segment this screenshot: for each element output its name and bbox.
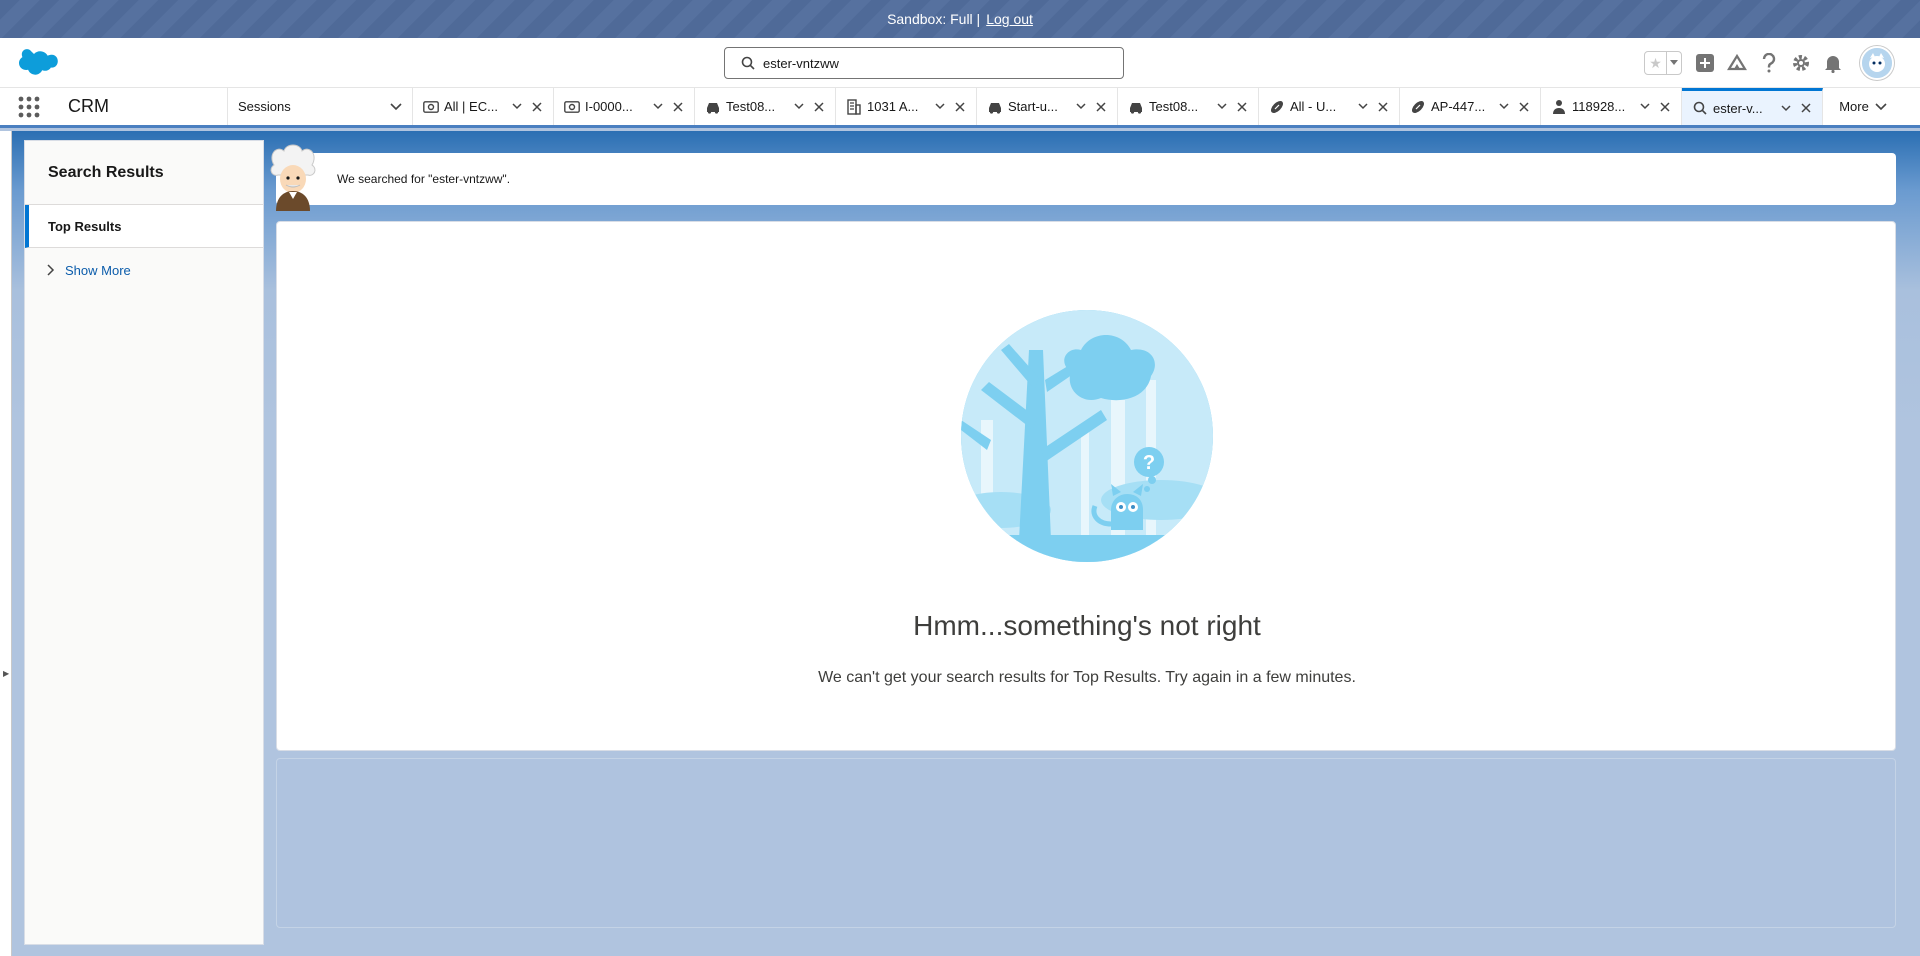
car-icon <box>987 99 1003 115</box>
chevron-right-icon <box>47 264 55 276</box>
workspace-tab-active[interactable]: ester-v... <box>1682 88 1823 125</box>
chevron-down-icon[interactable] <box>1355 103 1371 110</box>
error-message: We can't get your search results for Top… <box>818 669 1356 686</box>
logout-link[interactable]: Log out <box>986 11 1033 27</box>
show-more-label: Show More <box>65 262 131 278</box>
sidebar-item-top-results[interactable]: Top Results <box>25 205 263 248</box>
workspace-tab[interactable]: Test08... <box>695 88 836 125</box>
chevron-down-icon[interactable] <box>1496 103 1512 110</box>
tab-label: 118928... <box>1572 99 1626 114</box>
favorites-group: ★ <box>1644 51 1682 75</box>
car-icon <box>1128 99 1144 115</box>
workspace-tab[interactable]: Test08... <box>1118 88 1259 125</box>
tab-label: ester-v... <box>1713 100 1763 116</box>
close-icon[interactable] <box>529 101 545 112</box>
building-icon <box>846 98 862 115</box>
close-icon[interactable] <box>952 101 968 112</box>
close-icon[interactable] <box>1234 101 1250 112</box>
close-icon[interactable] <box>670 101 686 112</box>
sidebar-title: Search Results <box>25 141 263 205</box>
global-header: ester-vntzww ★ <box>0 38 1920 88</box>
camera-icon <box>564 99 580 115</box>
workspace-tab[interactable]: All - U... <box>1259 88 1400 125</box>
sandbox-label: Sandbox: Full | <box>887 11 981 27</box>
workspace-tab[interactable]: 118928... <box>1541 88 1682 125</box>
searched-for-text: We searched for "ester-vntzww". <box>337 172 511 186</box>
person-icon <box>1551 99 1567 115</box>
svg-text:?: ? <box>1143 452 1155 474</box>
einstein-mascot-icon <box>270 144 316 211</box>
empty-results-panel <box>276 758 1896 928</box>
tab-label: All - U... <box>1290 99 1337 114</box>
search-icon <box>741 56 755 70</box>
trailhead-icon[interactable] <box>1726 52 1748 74</box>
more-label: More <box>1839 99 1869 114</box>
tab-label: 1031 A... <box>867 99 919 114</box>
chevron-down-icon[interactable] <box>509 103 525 110</box>
search-results-card: ? Hmm...something's not right We can't g… <box>276 221 1896 751</box>
app-name: CRM <box>58 88 228 125</box>
app-launcher-icon[interactable] <box>0 88 58 125</box>
tab-label: Test08... <box>726 99 776 114</box>
notifications-bell-icon[interactable] <box>1822 52 1844 74</box>
show-more-toggle[interactable]: Show More <box>25 248 263 292</box>
global-actions-icon[interactable] <box>1694 52 1716 74</box>
football-icon <box>1269 99 1285 115</box>
search-icon <box>1692 100 1708 116</box>
header-utility-icons: ★ <box>1644 46 1894 80</box>
utility-rail[interactable]: ▶ <box>0 131 12 956</box>
search-results-sidebar: Search Results Top Results Show More <box>24 140 264 945</box>
workspace-tab[interactable]: AP-447... <box>1400 88 1541 125</box>
setup-gear-icon[interactable] <box>1790 52 1812 74</box>
chevron-down-icon[interactable] <box>1637 103 1653 110</box>
tab-label: AP-447... <box>1431 99 1486 114</box>
global-search-input[interactable]: ester-vntzww <box>724 47 1124 79</box>
tab-label: Test08... <box>1149 99 1199 114</box>
close-icon[interactable] <box>1657 101 1673 112</box>
workspace-tab[interactable]: I-0000... <box>554 88 695 125</box>
close-icon[interactable] <box>1516 101 1532 112</box>
chevron-down-icon[interactable] <box>650 103 666 110</box>
expand-rail-icon[interactable]: ▶ <box>3 669 9 678</box>
close-icon[interactable] <box>1798 103 1814 113</box>
favorites-dropdown-icon[interactable] <box>1667 52 1681 74</box>
more-tabs-button[interactable]: More <box>1823 88 1903 125</box>
error-title: Hmm...something's not right <box>913 610 1261 641</box>
app-navigation-bar: CRM Sessions All | EC... I-0000... Test0… <box>0 88 1920 128</box>
nav-item-sessions[interactable]: Sessions <box>228 88 413 125</box>
nav-sessions-label: Sessions <box>238 99 291 114</box>
close-icon[interactable] <box>811 101 827 112</box>
chevron-down-icon[interactable] <box>390 99 402 114</box>
chevron-down-icon[interactable] <box>1214 103 1230 110</box>
chevron-down-icon[interactable] <box>1778 104 1794 112</box>
workspace-tab[interactable]: 1031 A... <box>836 88 977 125</box>
tab-label: Start-u... <box>1008 99 1058 114</box>
tab-label: I-0000... <box>585 99 633 114</box>
chevron-down-icon <box>1875 102 1887 110</box>
close-icon[interactable] <box>1093 101 1109 112</box>
user-avatar[interactable] <box>1860 46 1894 80</box>
workspace-tab[interactable]: All | EC... <box>413 88 554 125</box>
chevron-down-icon[interactable] <box>791 103 807 110</box>
help-icon[interactable] <box>1758 52 1780 74</box>
chevron-down-icon[interactable] <box>932 103 948 110</box>
workspace-tab[interactable]: Start-u... <box>977 88 1118 125</box>
tab-label: All | EC... <box>444 99 498 114</box>
camera-icon <box>423 99 439 115</box>
close-icon[interactable] <box>1375 101 1391 112</box>
football-icon <box>1410 99 1426 115</box>
chevron-down-icon[interactable] <box>1073 103 1089 110</box>
sandbox-banner: Sandbox: Full | Log out <box>0 0 1920 38</box>
favorites-star-icon[interactable]: ★ <box>1645 52 1667 74</box>
search-info-bar: We searched for "ester-vntzww". <box>276 153 1896 205</box>
salesforce-logo[interactable] <box>18 49 58 77</box>
lost-in-forest-illustration: ? <box>961 310 1213 562</box>
car-icon <box>705 99 721 115</box>
search-value: ester-vntzww <box>763 55 839 71</box>
